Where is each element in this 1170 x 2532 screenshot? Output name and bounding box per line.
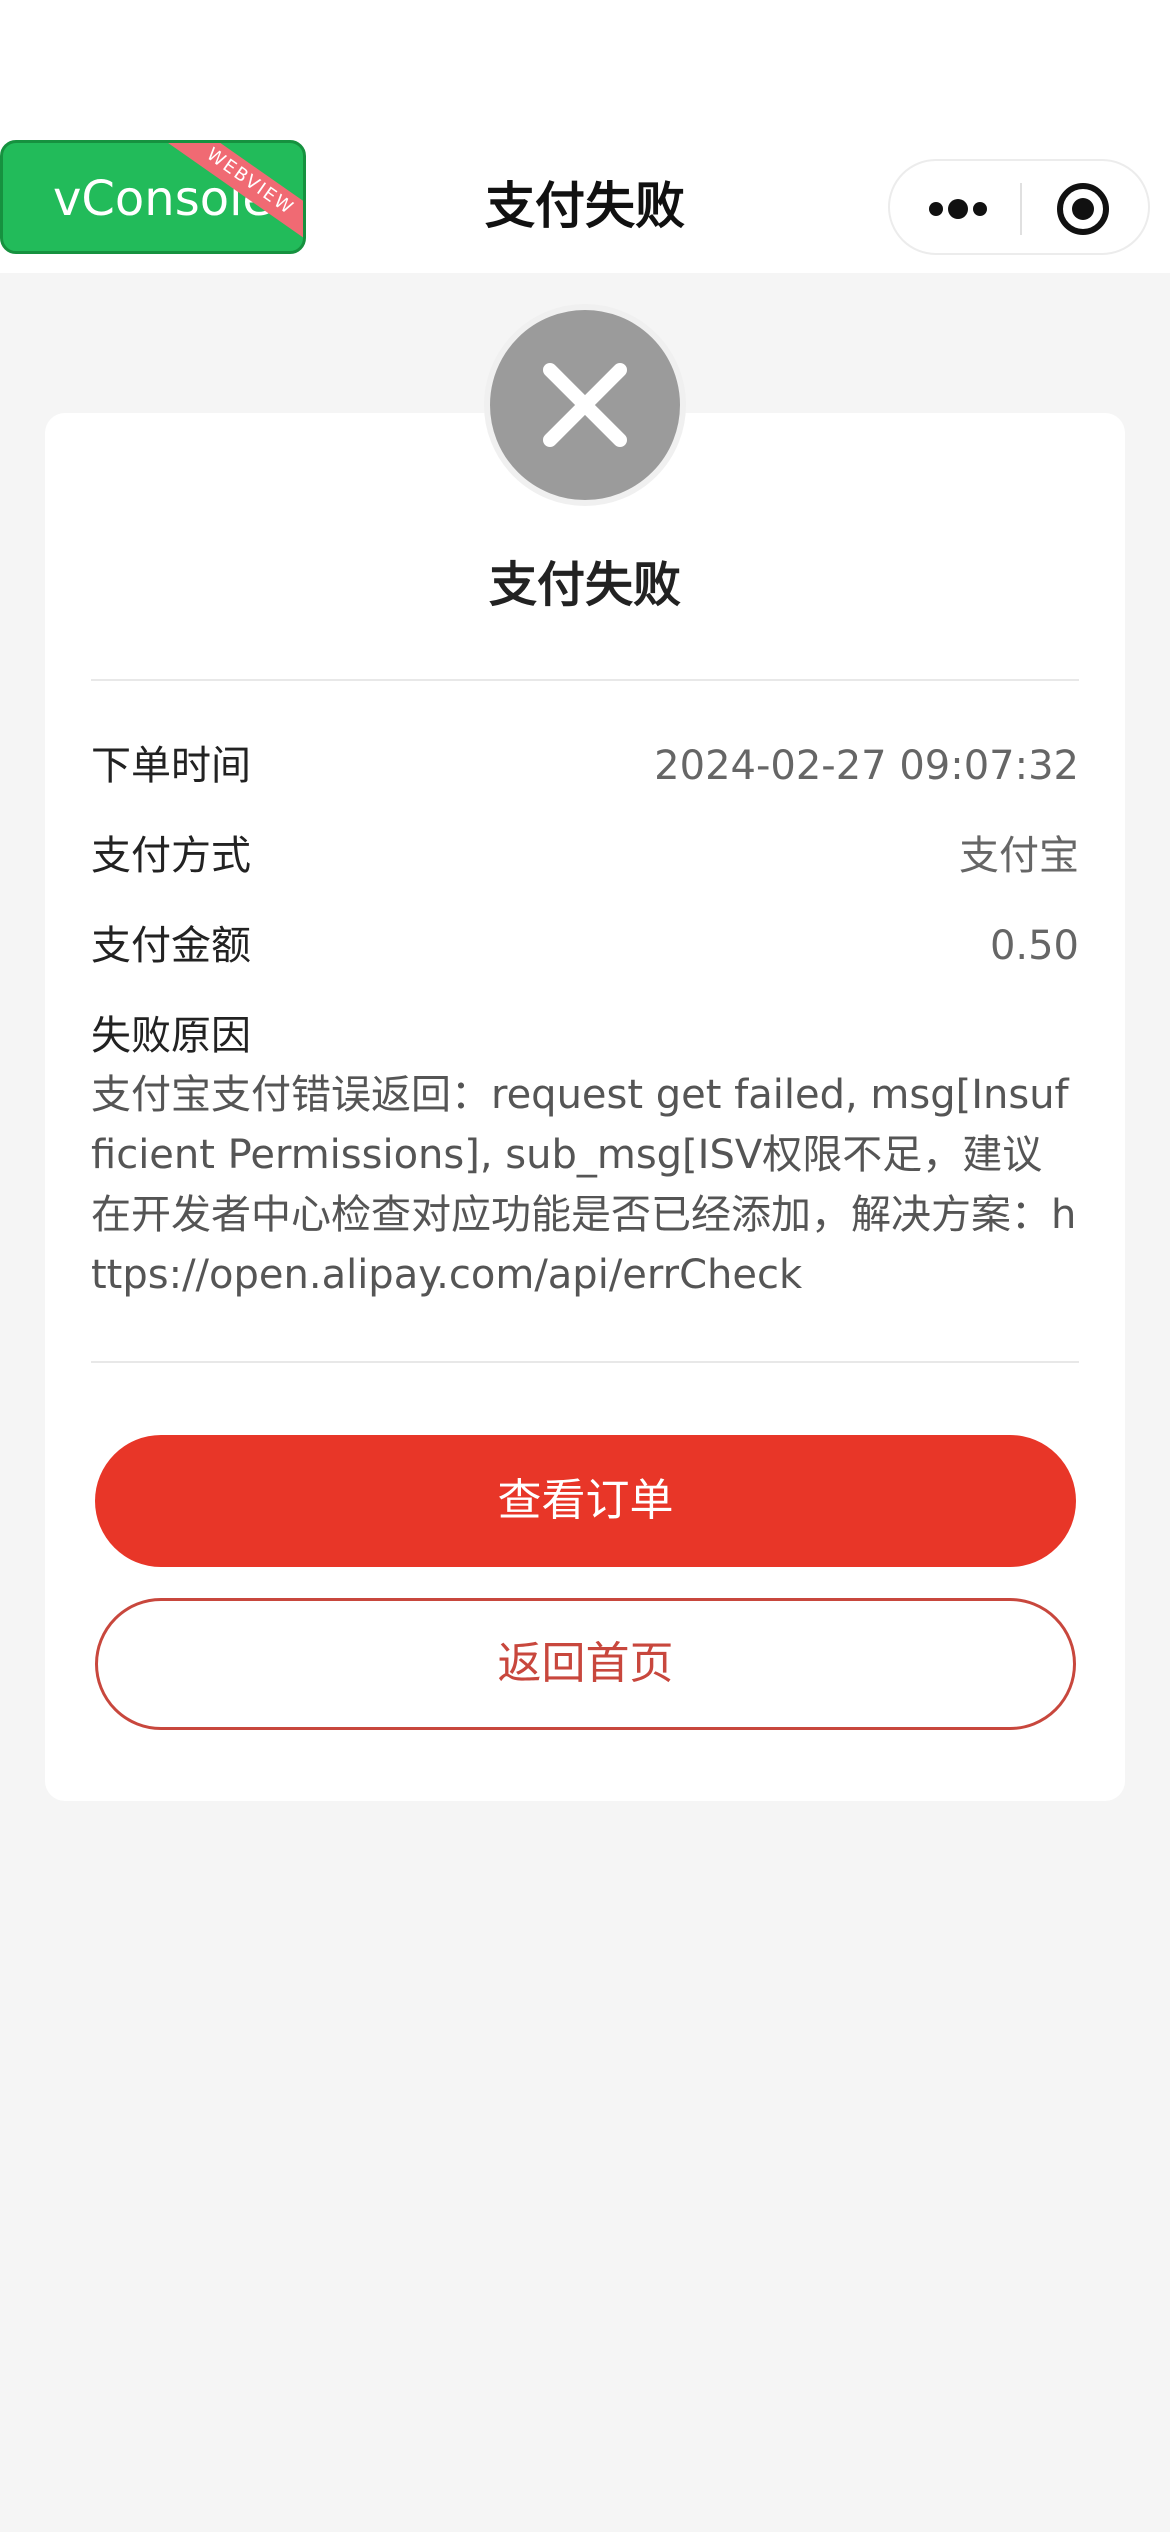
view-order-button[interactable]: 查看订单 [95, 1435, 1076, 1567]
fail-reason-label: 失败原因 [91, 1013, 251, 1059]
mini-program-capsule [888, 159, 1150, 255]
order-time-value: 2024-02-27 09:07:32 [654, 743, 1079, 789]
pay-amount-value: 0.50 [989, 923, 1079, 969]
divider-bottom [91, 1361, 1079, 1363]
divider-top [91, 679, 1079, 681]
vconsole-button[interactable]: vConsole WEBVIEW [0, 140, 306, 254]
pay-amount-label: 支付金额 [91, 923, 251, 969]
pay-method-value: 支付宝 [959, 833, 1079, 879]
status-bar-area [0, 0, 1170, 140]
back-home-button[interactable]: 返回首页 [95, 1598, 1076, 1730]
close-x-icon [484, 304, 686, 506]
order-time-label: 下单时间 [91, 743, 251, 789]
fail-reason-value: 支付宝支付错误返回：request get failed, msg[Insuff… [91, 1072, 1077, 1298]
target-circle-icon[interactable] [1055, 181, 1111, 237]
pay-method-label: 支付方式 [91, 833, 251, 879]
capsule-divider [1020, 183, 1022, 235]
result-title: 支付失败 [488, 557, 681, 613]
more-dots-icon[interactable] [926, 187, 990, 231]
